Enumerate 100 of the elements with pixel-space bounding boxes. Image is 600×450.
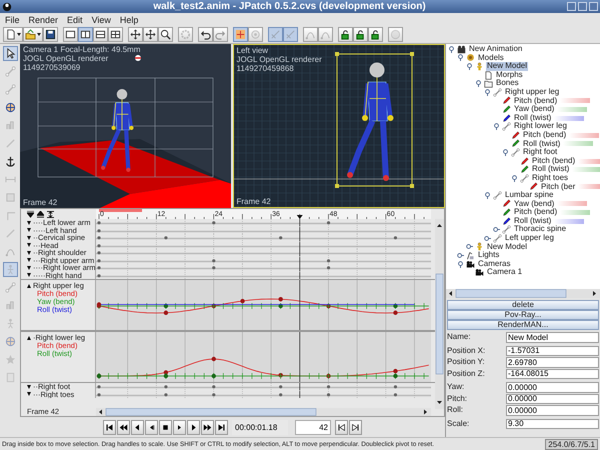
expand-toggle[interactable] xyxy=(27,273,31,278)
menu-item[interactable]: Render xyxy=(28,14,58,24)
input-field[interactable]: 0.00000 xyxy=(506,405,599,416)
tree-item[interactable]: Thoracic spine xyxy=(513,225,568,234)
tree-item[interactable]: Models xyxy=(477,54,505,62)
tree-item[interactable]: Roll (twist) xyxy=(513,114,552,122)
action-button[interactable]: delete xyxy=(447,300,599,310)
input-field[interactable]: 9.30 xyxy=(506,418,599,429)
menu-item[interactable]: Edit xyxy=(67,14,83,24)
viewport[interactable]: Camera 1 Focal-Length: 49.5mm JOGL OpenGL renderer 1149270539069 Frame 42 xyxy=(20,44,230,208)
toolbar-button[interactable] xyxy=(128,27,143,42)
tool-button[interactable] xyxy=(2,46,18,61)
play-backward-button[interactable] xyxy=(145,420,158,434)
tree-item[interactable]: Roll (twist) xyxy=(531,165,570,174)
expand-handle[interactable] xyxy=(493,226,500,234)
expand-handle[interactable] xyxy=(484,88,491,96)
skip-to-end-button[interactable] xyxy=(215,420,228,434)
expand-handle[interactable] xyxy=(484,234,491,242)
expand-toggle[interactable] xyxy=(27,243,31,248)
input-field[interactable]: 2.69780 xyxy=(506,357,599,368)
close-button[interactable] xyxy=(589,2,598,11)
expand-toggle[interactable] xyxy=(27,392,31,396)
tree-item[interactable]: Camera 1 xyxy=(486,268,524,278)
frame-field[interactable]: 42 xyxy=(295,420,331,434)
tree-item[interactable]: Right lower leg xyxy=(513,122,568,131)
expand-toggle[interactable] xyxy=(27,250,31,255)
expand-toggle[interactable] xyxy=(27,284,31,288)
previous-key-button[interactable] xyxy=(335,420,348,434)
expand-toggle[interactable] xyxy=(27,220,31,225)
toolbar-button[interactable] xyxy=(108,27,123,42)
scrollbar[interactable] xyxy=(435,219,444,409)
minimize-button[interactable] xyxy=(567,2,576,11)
expand-toggle[interactable] xyxy=(27,266,31,270)
input-field[interactable]: -1.57031 xyxy=(506,346,599,356)
expand-handle[interactable] xyxy=(475,80,482,88)
expand-handle[interactable] xyxy=(466,243,473,250)
tree-item[interactable]: New Animation xyxy=(468,45,524,54)
stop-button[interactable] xyxy=(159,420,172,434)
play-button[interactable] xyxy=(173,420,186,434)
tree-item[interactable]: Left upper leg xyxy=(504,234,555,243)
tree-item[interactable]: Pitch (bend) xyxy=(513,208,558,217)
expand-handle[interactable] xyxy=(511,174,518,182)
expand-handle[interactable] xyxy=(493,123,500,130)
expand-handle[interactable] xyxy=(457,260,464,268)
input-field[interactable]: -164.08015 xyxy=(506,368,599,379)
maximize-button[interactable] xyxy=(578,2,587,11)
expand-toggle[interactable] xyxy=(27,228,31,232)
tree-item[interactable]: Right foot xyxy=(522,148,558,157)
expand-handle[interactable] xyxy=(448,46,455,53)
viewport[interactable]: Left view JOGL OpenGL renderer 1149270459868 Frame 42 xyxy=(232,44,445,208)
rewind-button[interactable] xyxy=(117,420,130,434)
tree-item[interactable]: Morphs xyxy=(495,70,524,80)
input-field[interactable]: New Model xyxy=(506,332,599,342)
expand-toggle[interactable] xyxy=(27,236,31,240)
toolbar-button[interactable] xyxy=(143,27,158,42)
input-field[interactable]: 0.00000 xyxy=(506,382,599,392)
scrollbar[interactable] xyxy=(96,408,431,416)
expand-toggle[interactable] xyxy=(27,258,31,262)
toolbar-button[interactable] xyxy=(63,27,78,42)
tree-item[interactable]: New Model xyxy=(486,242,528,252)
fast-forward-button[interactable] xyxy=(201,420,214,434)
tree-item[interactable]: Pitch (bend) xyxy=(522,130,568,140)
menu-item[interactable]: Help xyxy=(120,14,138,24)
expand-handle[interactable] xyxy=(457,54,464,62)
next-key-button[interactable] xyxy=(349,420,362,434)
expand-handle[interactable] xyxy=(466,62,473,70)
tree-item[interactable]: Pitch (bend) xyxy=(513,96,558,106)
tree-item[interactable]: Yaw (bend) xyxy=(513,200,556,208)
action-button[interactable]: RenderMAN... xyxy=(447,320,599,330)
expand-toggle[interactable] xyxy=(27,384,31,389)
expand-handle[interactable] xyxy=(484,192,491,199)
toolbar-button[interactable] xyxy=(43,27,58,42)
fit-icon[interactable] xyxy=(47,210,54,218)
tree-item[interactable]: Right toes xyxy=(531,174,570,182)
tree-item[interactable]: Yaw (bend) xyxy=(513,105,556,114)
toolbar-button[interactable] xyxy=(353,27,368,42)
toolbar-button[interactable] xyxy=(78,27,93,42)
action-button[interactable]: Pov-Ray... xyxy=(447,310,599,320)
tree-item[interactable]: New Model xyxy=(486,62,528,71)
step-back-button[interactable] xyxy=(131,420,144,434)
toolbar-button[interactable] xyxy=(158,27,173,42)
tree-item[interactable]: Roll (twist) xyxy=(513,216,552,226)
expand-handle[interactable] xyxy=(502,148,509,156)
toolbar-button[interactable] xyxy=(3,27,23,42)
expand-all-icon[interactable] xyxy=(27,210,34,218)
input-field[interactable]: 0.00000 xyxy=(506,394,599,404)
collapse-all-icon[interactable] xyxy=(37,210,44,218)
tree-item[interactable]: Bones xyxy=(495,79,520,88)
time-field[interactable]: 00:00:01.18 xyxy=(232,420,288,434)
tree-item[interactable]: Lights xyxy=(477,251,500,260)
menu-item[interactable]: File xyxy=(5,14,20,24)
tree-item[interactable]: Pitch (ber xyxy=(540,182,576,192)
toolbar-button[interactable] xyxy=(93,27,108,42)
tree-item[interactable]: Lumbar spine xyxy=(504,191,554,200)
toolbar-button[interactable] xyxy=(338,27,353,42)
tree-item[interactable]: Right upper leg xyxy=(504,88,560,97)
expand-handle[interactable] xyxy=(457,252,464,260)
tree-item[interactable]: Cameras xyxy=(477,260,512,268)
toolbar-button[interactable] xyxy=(198,27,213,42)
step-forward-button[interactable] xyxy=(187,420,200,434)
